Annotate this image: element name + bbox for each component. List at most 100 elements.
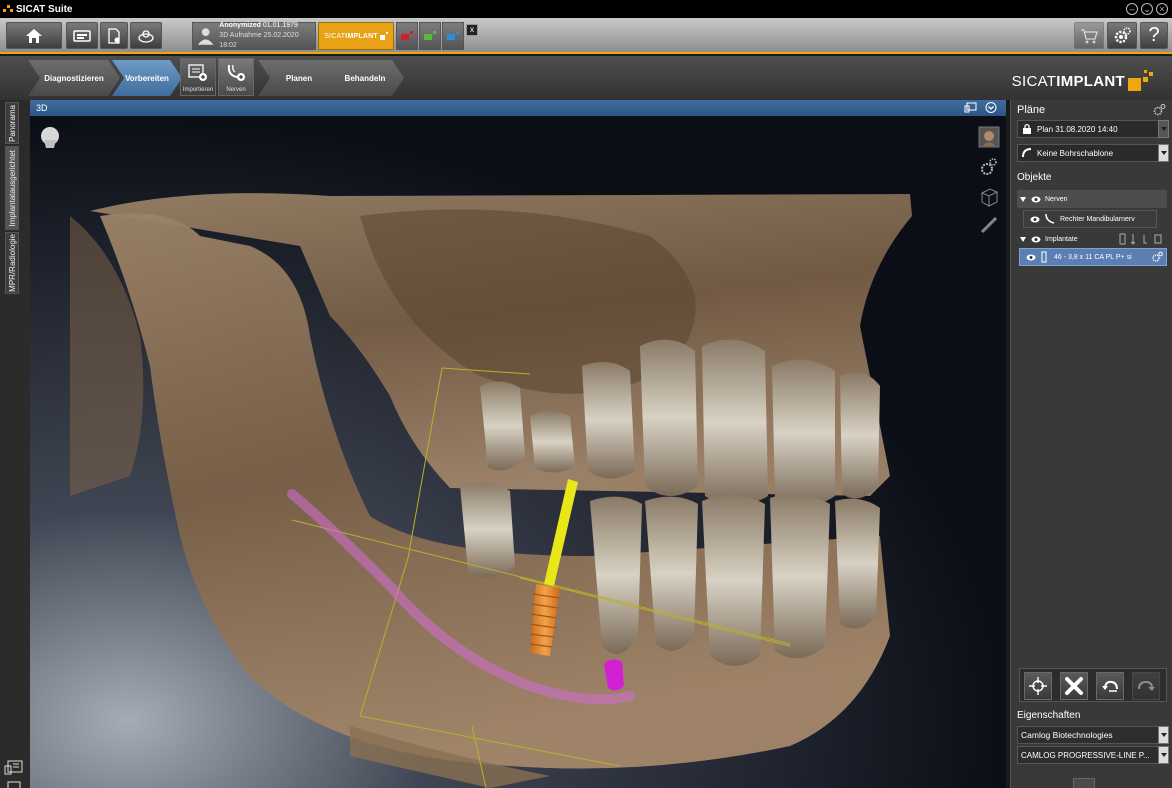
product-line-select-arrow-icon[interactable] bbox=[1158, 746, 1169, 764]
view-3d-title: 3D bbox=[36, 103, 48, 113]
app-tab-green[interactable] bbox=[419, 22, 441, 50]
import-icon bbox=[188, 64, 207, 81]
scan-label: 3D Aufnahme bbox=[219, 32, 262, 39]
document-add-icon bbox=[108, 27, 120, 44]
tab-panorama[interactable]: Panorama bbox=[5, 102, 19, 144]
substep-nerven-label: Nerven bbox=[226, 87, 246, 93]
view-menu-icon[interactable] bbox=[984, 101, 998, 114]
plan-select-arrow-icon[interactable] bbox=[1158, 120, 1169, 138]
volume-rendering[interactable] bbox=[30, 116, 1006, 788]
redo-icon bbox=[1138, 680, 1155, 691]
implant-tools-icon[interactable] bbox=[1119, 233, 1163, 245]
implant-settings-icon[interactable] bbox=[1151, 251, 1163, 263]
tree-group-nerven-label: Nerven bbox=[1045, 195, 1068, 203]
main-toolbar: Anonymized 01.01.1979 3D Aufnahme 25.02.… bbox=[0, 18, 1172, 54]
guide-select[interactable]: Keine Bohrschablone bbox=[1017, 144, 1169, 162]
visibility-eye-icon[interactable] bbox=[1031, 196, 1041, 203]
collapse-icon[interactable] bbox=[1020, 196, 1026, 202]
properties-heading: Eigenschaften bbox=[1017, 710, 1081, 721]
app-window: SICAT Suite – ⌄ × Anonymized 01.01.1979 … bbox=[0, 0, 1172, 788]
plans-settings-icon[interactable] bbox=[1152, 103, 1166, 117]
blue-tool-icon bbox=[447, 31, 459, 40]
records-icon bbox=[73, 29, 91, 42]
crosshair-icon bbox=[1029, 677, 1047, 695]
workflow-bar: Diagnostizieren Vorbereiten Importieren … bbox=[0, 56, 1172, 100]
minimize-icon[interactable]: – bbox=[1126, 3, 1138, 15]
cube-view-icon[interactable] bbox=[978, 186, 1000, 208]
help-icon: ? bbox=[1148, 24, 1160, 46]
nerve-icon bbox=[227, 64, 245, 81]
guide-select-value: Keine Bohrschablone bbox=[1037, 148, 1114, 158]
visibility-eye-icon[interactable] bbox=[1026, 254, 1036, 261]
undo-button[interactable] bbox=[1096, 672, 1124, 700]
redo-button[interactable] bbox=[1132, 672, 1160, 700]
scan-button[interactable] bbox=[130, 22, 162, 49]
implant-logo-icon bbox=[379, 32, 388, 40]
layout-icon[interactable] bbox=[3, 778, 25, 788]
study-tab[interactable]: Anonymized 01.01.1979 3D Aufnahme 25.02.… bbox=[192, 22, 316, 50]
patient-dob: 01.01.1979 bbox=[262, 22, 298, 29]
objects-heading: Objekte bbox=[1017, 172, 1052, 183]
home-button[interactable] bbox=[6, 22, 62, 49]
substep-importieren-label: Importieren bbox=[182, 87, 214, 93]
app-tab-blue[interactable] bbox=[442, 22, 464, 50]
visibility-eye-icon[interactable] bbox=[1030, 216, 1040, 223]
delete-x-icon bbox=[1065, 677, 1083, 695]
focus-object-button[interactable] bbox=[1024, 672, 1052, 700]
brand-prefix: SICAT bbox=[1011, 72, 1057, 90]
lock-icon bbox=[1023, 123, 1031, 134]
drill-guide-icon bbox=[1022, 148, 1032, 158]
guide-select-arrow-icon[interactable] bbox=[1158, 144, 1169, 162]
cart-button[interactable] bbox=[1074, 22, 1104, 49]
tree-group-nerven[interactable]: Nerven bbox=[1017, 190, 1167, 208]
disc-icon bbox=[138, 29, 154, 43]
step-diagnostizieren[interactable]: Diagnostizieren bbox=[28, 60, 120, 96]
settings-button[interactable] bbox=[1107, 22, 1137, 49]
gear-icon bbox=[1114, 26, 1131, 43]
visibility-eye-icon[interactable] bbox=[1031, 236, 1041, 243]
substep-importieren[interactable]: Importieren bbox=[180, 58, 216, 96]
view-screenshot-icon[interactable] bbox=[964, 101, 978, 114]
collapse-icon[interactable] bbox=[1020, 236, 1026, 242]
panel-expand-handle[interactable] bbox=[1073, 778, 1095, 788]
delete-object-button[interactable] bbox=[1060, 672, 1088, 700]
app-tab-implant[interactable]: SICAT IMPLANT bbox=[318, 22, 394, 50]
view-settings-icon[interactable] bbox=[978, 156, 1000, 178]
close-study-icon[interactable]: x bbox=[466, 24, 478, 36]
tree-item-implant-label: 46 - 3,8 x 11 CA PL P+ si bbox=[1054, 253, 1132, 261]
tab-mpr-label: MPR/Radiologie bbox=[7, 234, 17, 292]
step-vorbereiten[interactable]: Vorbereiten bbox=[112, 60, 182, 96]
skin-view-icon[interactable] bbox=[978, 126, 1000, 148]
close-icon[interactable]: × bbox=[1156, 3, 1168, 15]
sicat-logo-icon bbox=[3, 4, 13, 14]
app-tab-prefix: SICAT bbox=[324, 32, 346, 40]
help-button[interactable]: ? bbox=[1140, 22, 1168, 49]
screenshot-icon[interactable] bbox=[3, 758, 25, 778]
clip-tool-icon[interactable] bbox=[978, 214, 1000, 236]
new-document-button[interactable] bbox=[100, 22, 128, 49]
plan-select[interactable]: Plan 31.08.2020 14:40 bbox=[1017, 120, 1169, 138]
tree-group-implantate-label: Implantate bbox=[1045, 235, 1078, 243]
tree-item-nerve[interactable]: Rechter Mandibularnerv bbox=[1023, 210, 1157, 228]
green-tool-icon bbox=[424, 31, 436, 40]
restore-icon[interactable]: ⌄ bbox=[1141, 3, 1153, 15]
undo-icon bbox=[1102, 680, 1118, 692]
step-planen[interactable]: Planen bbox=[258, 60, 340, 96]
plans-heading: Pläne bbox=[1017, 104, 1046, 116]
red-tool-icon bbox=[401, 31, 413, 40]
tab-mpr-radiologie[interactable]: MPR/Radiologie bbox=[5, 232, 19, 294]
patient-records-button[interactable] bbox=[66, 22, 98, 49]
plan-select-value: Plan 31.08.2020 14:40 bbox=[1037, 124, 1118, 134]
tab-implantatausgerichtet-label: Implantatausgerichtet bbox=[7, 149, 17, 227]
tree-item-implant[interactable]: 46 - 3,8 x 11 CA PL P+ si bbox=[1019, 248, 1167, 266]
patient-name: Anonymized bbox=[219, 22, 261, 29]
title-bar: SICAT Suite – ⌄ × bbox=[0, 0, 1172, 18]
manufacturer-select-arrow-icon[interactable] bbox=[1158, 726, 1169, 744]
tree-item-nerve-label: Rechter Mandibularnerv bbox=[1060, 215, 1135, 223]
product-line-select[interactable]: CAMLOG PROGRESSIVE-LINE P... bbox=[1017, 746, 1169, 764]
substep-nerven[interactable]: Nerven bbox=[218, 58, 254, 96]
tree-group-implantate[interactable]: Implantate bbox=[1017, 230, 1167, 248]
app-tab-red[interactable] bbox=[396, 22, 418, 50]
manufacturer-select[interactable]: Camlog Biotechnologies bbox=[1017, 726, 1169, 744]
tab-implantatausgerichtet[interactable]: Implantatausgerichtet bbox=[5, 146, 19, 230]
